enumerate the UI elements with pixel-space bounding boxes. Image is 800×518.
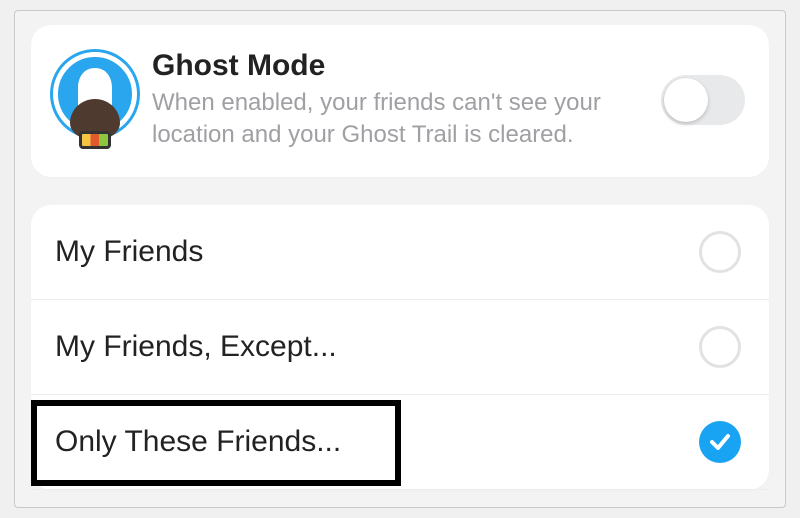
option-label: My Friends, Except... [55,330,337,364]
ghost-avatar [47,45,142,155]
option-label: My Friends [55,235,203,269]
radio-selected[interactable] [699,421,741,463]
radio-unselected[interactable] [699,326,741,368]
option-my-friends-except[interactable]: My Friends, Except... [31,300,769,395]
option-label: Only These Friends... [55,425,341,459]
visibility-options-card: My Friends My Friends, Except... Only Th… [31,205,769,490]
ghost-mode-card: Ghost Mode When enabled, your friends ca… [31,25,769,177]
ghost-mode-description: When enabled, your friends can't see you… [152,87,643,150]
radio-unselected[interactable] [699,231,741,273]
ghost-mode-title: Ghost Mode [152,49,643,83]
check-icon [708,430,732,454]
ghost-mode-toggle[interactable] [661,75,745,125]
option-only-these-friends[interactable]: Only These Friends... [31,395,769,490]
option-my-friends[interactable]: My Friends [31,205,769,300]
toggle-knob [664,78,708,122]
